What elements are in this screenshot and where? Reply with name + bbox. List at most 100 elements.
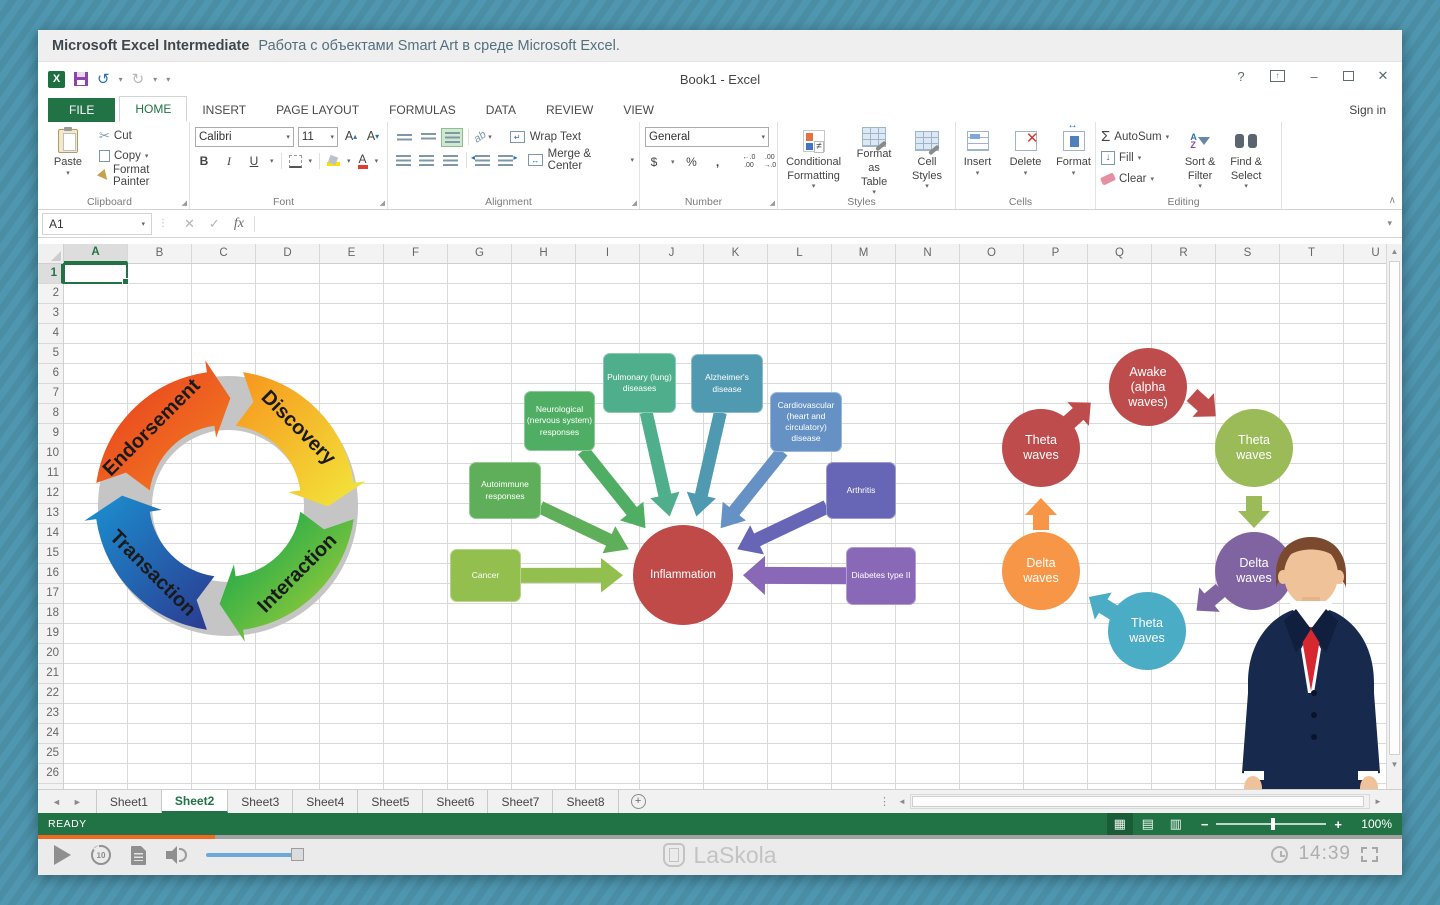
row-header-2[interactable]: 2 <box>38 284 63 304</box>
zoom-percent[interactable]: 100% <box>1354 817 1392 831</box>
wrap-text-button[interactable]: ↵Wrap Text <box>510 127 581 147</box>
currency-caret-icon[interactable]: ▾ <box>671 158 675 166</box>
column-header-h[interactable]: H <box>512 244 576 263</box>
scroll-down-icon[interactable]: ▼ <box>1387 757 1402 773</box>
column-header-s[interactable]: S <box>1216 244 1280 263</box>
tab-review[interactable]: REVIEW <box>531 98 608 122</box>
orientation-caret-icon[interactable]: ▾ <box>488 133 492 141</box>
row-header-18[interactable]: 18 <box>38 604 63 624</box>
font-color-icon[interactable]: A <box>358 153 368 169</box>
column-header-r[interactable]: R <box>1152 244 1216 263</box>
row-header-22[interactable]: 22 <box>38 684 63 704</box>
row-header-16[interactable]: 16 <box>38 564 63 584</box>
row-header-8[interactable]: 8 <box>38 404 63 424</box>
cause-box-autoimmune[interactable]: Autoimmune responses <box>469 462 541 519</box>
font-color-caret-icon[interactable]: ▾ <box>375 157 379 165</box>
fullscreen-icon[interactable] <box>1361 847 1378 862</box>
tab-file[interactable]: FILE <box>48 98 115 122</box>
wave-node-0-awake[interactable]: Awake (alpha waves) <box>1109 348 1187 426</box>
column-header-f[interactable]: F <box>384 244 448 263</box>
tab-data[interactable]: DATA <box>471 98 531 122</box>
page-break-view-icon[interactable]: ▥ <box>1163 813 1189 835</box>
align-right-button[interactable] <box>440 151 461 170</box>
cause-box-cardiovascular[interactable]: Cardiovascular (heart and circulatory) d… <box>770 392 842 452</box>
wave-node-4-delta[interactable]: Delta waves <box>1002 532 1080 610</box>
zoom-out-icon[interactable]: − <box>1201 817 1209 832</box>
paste-button[interactable]: Paste▾ <box>45 125 91 194</box>
tab-home[interactable]: HOME <box>119 96 187 122</box>
minimize-icon[interactable]: – <box>1305 69 1323 84</box>
number-format-select[interactable]: General▾ <box>645 127 769 147</box>
new-sheet-icon[interactable]: + <box>631 794 646 809</box>
clipboard-dialog-launcher-icon[interactable]: ◢ <box>182 199 187 207</box>
tab-insert[interactable]: INSERT <box>187 98 261 122</box>
sheet-tab-sheet8[interactable]: Sheet8 <box>553 790 618 813</box>
grow-font-button[interactable]: A▴ <box>342 127 360 145</box>
sheet-tab-sheet7[interactable]: Sheet7 <box>488 790 553 813</box>
column-header-n[interactable]: N <box>896 244 960 263</box>
row-header-11[interactable]: 11 <box>38 464 63 484</box>
column-header-m[interactable]: M <box>832 244 896 263</box>
percent-button[interactable]: % <box>683 153 701 171</box>
fill-button[interactable]: ↓Fill▾ <box>1101 148 1169 167</box>
merge-center-button[interactable]: ↔Merge & Center ▾ <box>528 150 634 170</box>
scroll-up-icon[interactable]: ▲ <box>1387 244 1402 260</box>
column-header-u[interactable]: U <box>1344 244 1386 263</box>
cancel-icon[interactable]: ✕ <box>184 216 195 232</box>
row-header-9[interactable]: 9 <box>38 424 63 444</box>
clear-button[interactable]: Clear▾ <box>1101 169 1169 188</box>
row-header-12[interactable]: 12 <box>38 484 63 504</box>
column-header-t[interactable]: T <box>1280 244 1344 263</box>
column-header-i[interactable]: I <box>576 244 640 263</box>
zoom-in-icon[interactable]: + <box>1334 817 1342 832</box>
cause-box-diabetes[interactable]: Diabetes type II <box>846 547 916 605</box>
align-left-button[interactable] <box>393 151 414 170</box>
column-header-p[interactable]: P <box>1024 244 1088 263</box>
cause-box-arthritis[interactable]: Arthritis <box>826 462 896 519</box>
align-center-button[interactable] <box>416 151 437 170</box>
underline-button[interactable]: U <box>245 152 263 170</box>
insertbutton[interactable]: Insert▾ <box>955 125 1001 194</box>
column-header-c[interactable]: C <box>192 244 256 263</box>
column-header-q[interactable]: Q <box>1088 244 1152 263</box>
sheet-tab-sheet2[interactable]: Sheet2 <box>162 790 228 813</box>
row-header-1[interactable]: 1 <box>38 264 63 284</box>
row-header-25[interactable]: 25 <box>38 744 63 764</box>
fill-color-icon[interactable] <box>327 156 340 166</box>
zoom-slider[interactable] <box>1216 823 1326 825</box>
row-header-15[interactable]: 15 <box>38 544 63 564</box>
row-header-4[interactable]: 4 <box>38 324 63 344</box>
wave-node-2-delta[interactable]: Delta waves <box>1215 532 1293 610</box>
format-as-tablebutton[interactable]: Format as Table▾ <box>846 125 902 194</box>
currency-button[interactable]: $ <box>645 153 663 171</box>
sheet-tab-sheet1[interactable]: Sheet1 <box>96 790 162 813</box>
borders-caret-icon[interactable]: ▾ <box>309 157 313 165</box>
row-header-3[interactable]: 3 <box>38 304 63 324</box>
row-header-5[interactable]: 5 <box>38 344 63 364</box>
decrease-decimal-icon[interactable]: .00 →.0 <box>763 154 776 169</box>
sheet-tab-sheet3[interactable]: Sheet3 <box>228 790 293 813</box>
column-header-d[interactable]: D <box>256 244 320 263</box>
increase-decimal-icon[interactable]: ←.0 .00 <box>743 154 756 169</box>
row-header-14[interactable]: 14 <box>38 524 63 544</box>
row-header-24[interactable]: 24 <box>38 724 63 744</box>
increase-indent-icon[interactable] <box>495 151 516 170</box>
enter-icon[interactable]: ✓ <box>209 216 220 232</box>
row-header-21[interactable]: 21 <box>38 664 63 684</box>
formula-expand-caret-icon[interactable]: ▾ <box>1387 218 1398 229</box>
row-header-26[interactable]: 26 <box>38 764 63 784</box>
hscroll-right-icon[interactable]: ► <box>1370 797 1386 806</box>
shrink-font-button[interactable]: A▾ <box>364 127 382 145</box>
borders-icon[interactable] <box>289 155 302 168</box>
wave-node-3-theta[interactable]: Theta waves <box>1108 592 1186 670</box>
column-header-e[interactable]: E <box>320 244 384 263</box>
close-icon[interactable]: ✕ <box>1374 68 1392 84</box>
cause-box-cancer[interactable]: Cancer <box>450 549 521 602</box>
number-dialog-launcher-icon[interactable]: ◢ <box>770 199 775 207</box>
sort-filter-button[interactable]: AZ Sort & Filter▾ <box>1177 125 1223 194</box>
align-top-button[interactable] <box>393 128 415 147</box>
wave-node-5-theta[interactable]: Theta waves <box>1002 409 1080 487</box>
restore-icon[interactable] <box>1343 71 1354 81</box>
row-header-17[interactable]: 17 <box>38 584 63 604</box>
decrease-indent-icon[interactable] <box>472 151 493 170</box>
